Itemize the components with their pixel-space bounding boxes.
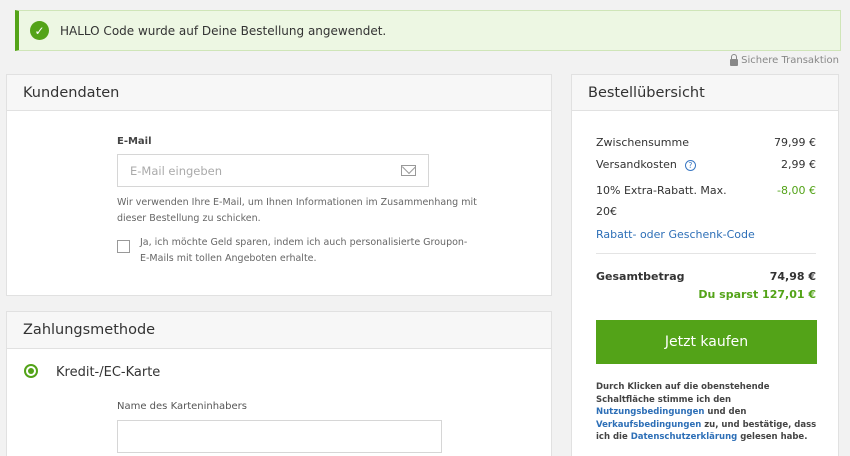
shipping-label: Versandkosten: [596, 158, 677, 171]
newsletter-checkbox[interactable]: [117, 240, 130, 253]
email-help-text: Wir verwenden Ihre E-Mail, um Ihnen Info…: [117, 195, 477, 227]
cardholder-input[interactable]: [117, 420, 442, 453]
order-summary-title: Bestellübersicht: [572, 75, 838, 111]
email-help-line-2: dieser Bestellung zu schicken.: [117, 213, 261, 224]
newsletter-label: Ja, ich möchte Geld sparen, indem ich au…: [140, 235, 467, 267]
banner-message: HALLO Code wurde auf Deine Bestellung an…: [60, 23, 387, 38]
newsletter-line-2: E-Mails mit tollen Angeboten erhalte.: [140, 253, 317, 264]
promo-code-link[interactable]: Rabatt- oder Geschenk-Code: [596, 228, 816, 241]
total-row: Gesamtbetrag 74,98 €: [596, 270, 816, 283]
sales-terms-link[interactable]: Verkaufsbedingungen: [596, 420, 701, 430]
savings-text: Du sparst 127,01 €: [698, 288, 816, 301]
legal-text: Durch Klicken auf die obenstehende Schal…: [596, 381, 818, 444]
divider: [596, 253, 816, 254]
email-label: E-Mail: [117, 136, 152, 147]
lock-icon: [730, 53, 739, 66]
envelope-icon: [401, 165, 416, 176]
newsletter-line-1: Ja, ich möchte Geld sparen, indem ich au…: [140, 237, 468, 248]
cardholder-label: Name des Karteninhabers: [117, 401, 248, 412]
discount-label-line-1: 10% Extra-Rabatt. Max.: [596, 184, 727, 197]
email-help-line-1: Wir verwenden Ihre E-Mail, um Ihnen Info…: [117, 197, 477, 208]
help-icon[interactable]: ?: [684, 159, 696, 171]
buy-now-button[interactable]: Jetzt kaufen: [596, 320, 817, 364]
shipping-value: 2,99 €: [781, 158, 816, 171]
discount-value: -8,00 €: [777, 184, 816, 197]
discount-label-line-2: 20€: [596, 205, 617, 218]
legal-text-1: Durch Klicken auf die obenstehende Schal…: [596, 382, 770, 405]
credit-card-label[interactable]: Kredit-/EC-Karte: [56, 365, 160, 380]
secure-label: Sichere Transaktion: [741, 55, 839, 66]
email-input[interactable]: E-Mail eingeben: [117, 154, 429, 187]
total-label: Gesamtbetrag: [596, 270, 685, 283]
legal-text-2: und den: [707, 407, 747, 417]
shipping-row: Versandkosten? 2,99 €: [596, 158, 816, 171]
subtotal-value: 79,99 €: [774, 136, 816, 149]
subtotal-row: Zwischensumme 79,99 €: [596, 136, 816, 149]
savings-row: Du sparst 127,01 €: [596, 288, 816, 301]
legal-text-4: gelesen habe.: [740, 432, 808, 442]
secure-transaction: Sichere Transaktion: [730, 53, 839, 66]
check-icon: ✓: [30, 21, 49, 40]
customer-data-card: Kundendaten E-Mail E-Mail eingeben Wir v…: [6, 74, 552, 296]
email-placeholder: E-Mail eingeben: [130, 163, 223, 178]
discount-row: 10% Extra-Rabatt. Max. 20€ -8,00 €: [596, 180, 816, 222]
payment-method-title: Zahlungsmethode: [7, 312, 551, 349]
credit-card-radio[interactable]: [24, 364, 38, 378]
terms-link[interactable]: Nutzungsbedingungen: [596, 407, 704, 417]
order-summary-card: Bestellübersicht Zwischensumme 79,99 € V…: [571, 74, 839, 456]
payment-method-card: Zahlungsmethode Kredit-/EC-Karte Name de…: [6, 311, 552, 456]
subtotal-label: Zwischensumme: [596, 136, 689, 149]
customer-data-title: Kundendaten: [7, 75, 551, 111]
total-value: 74,98 €: [769, 270, 816, 283]
privacy-link[interactable]: Datenschutzerklärung: [631, 432, 738, 442]
success-banner: ✓ HALLO Code wurde auf Deine Bestellung …: [15, 10, 841, 51]
